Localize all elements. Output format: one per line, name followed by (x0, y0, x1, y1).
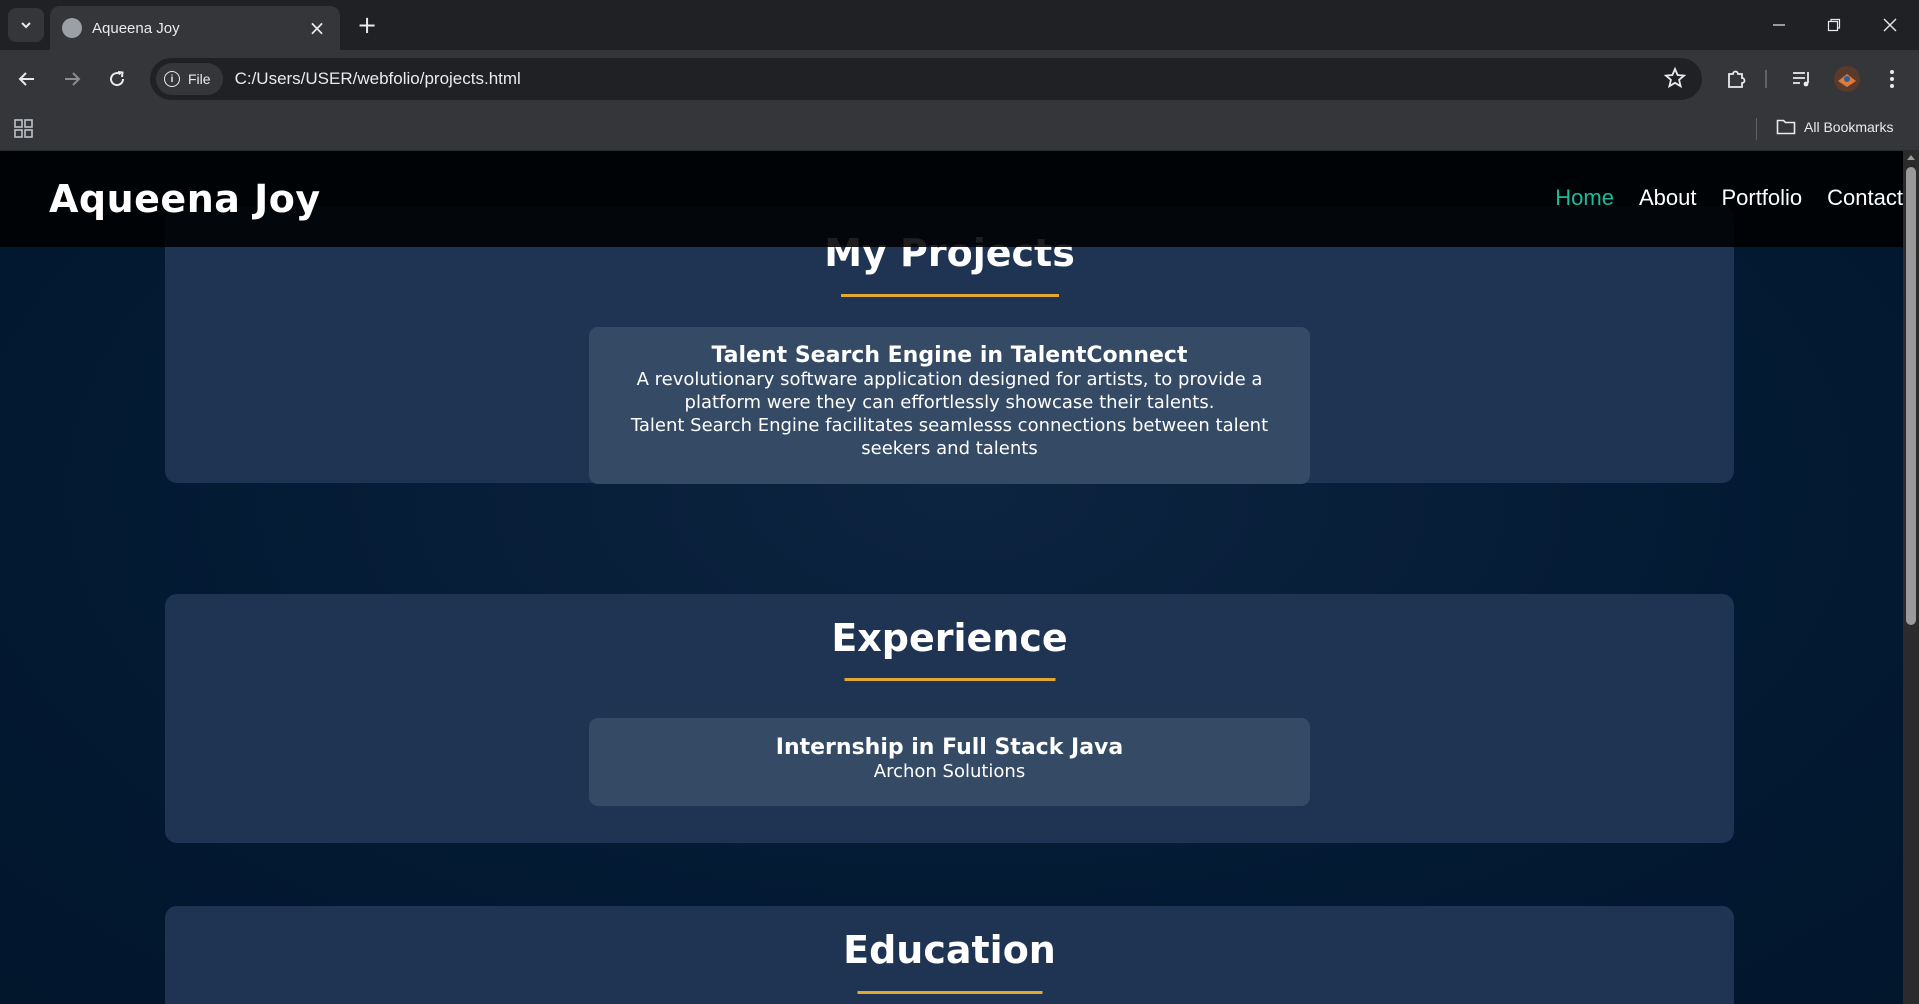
bookmarks-bar: All Bookmarks (0, 108, 1919, 151)
nav-home-link[interactable]: Home (1555, 185, 1614, 211)
tab-title: Aqueena Joy (92, 19, 180, 37)
reload-button[interactable] (99, 61, 135, 97)
nav-portfolio-link[interactable]: Portfolio (1721, 185, 1802, 211)
arrow-right-icon (65, 72, 81, 86)
url-text[interactable]: C:/Users/USER/webfolio/projects.html (235, 69, 521, 89)
close-icon (1883, 18, 1897, 32)
tab-strip: Aqueena Joy × + (0, 0, 1919, 50)
back-button[interactable] (9, 61, 45, 97)
site-menu: Home About Portfolio Contact (1530, 185, 1903, 211)
site-chip-label: File (188, 71, 211, 87)
address-bar[interactable]: i File C:/Users/USER/webfolio/projects.h… (150, 58, 1702, 100)
all-bookmarks-label: All Bookmarks (1804, 119, 1894, 135)
avatar-icon (1834, 66, 1860, 92)
project-description-line-4: seekers and talents (861, 438, 1038, 459)
globe-icon (62, 18, 82, 38)
project-description-line-1: A revolutionary software application des… (636, 369, 1263, 390)
site-brand[interactable]: Aqueena Joy (49, 177, 321, 221)
site-navbar: Aqueena Joy Home About Portfolio Contact (0, 151, 1903, 247)
minimize-icon (1773, 24, 1785, 26)
experience-heading-underline (844, 678, 1055, 681)
restore-icon (1827, 18, 1841, 32)
close-tab-icon[interactable]: × (306, 16, 328, 40)
apps-grid-icon[interactable] (14, 119, 34, 143)
arrow-left-icon (18, 72, 34, 86)
education-heading-underline (857, 991, 1042, 994)
project-description-line-2: platform were they can effortlessly show… (684, 392, 1215, 413)
puzzle-icon (1728, 70, 1746, 88)
site-info-chip[interactable]: i File (156, 63, 223, 95)
page-scrollbar[interactable] (1903, 151, 1919, 1004)
restore-button[interactable] (1805, 0, 1863, 50)
folder-icon (1776, 119, 1796, 135)
experience-title: Internship in Full Stack Java (775, 735, 1124, 760)
browser-toolbar: i File C:/Users/USER/webfolio/projects.h… (0, 50, 1919, 108)
scrollbar-thumb[interactable] (1906, 167, 1916, 625)
minimize-button[interactable] (1750, 0, 1808, 50)
bookmark-star-icon[interactable] (1663, 66, 1687, 93)
reload-icon (110, 71, 125, 87)
media-controls-button[interactable] (1786, 63, 1818, 95)
close-window-button[interactable] (1861, 0, 1919, 50)
new-tab-button[interactable]: + (352, 10, 382, 40)
projects-section: My Projects Talent Search Engine in Tale… (165, 206, 1734, 484)
scroll-up-arrow-icon[interactable] (1907, 155, 1915, 160)
profile-avatar[interactable] (1831, 63, 1863, 95)
nav-about-link[interactable]: About (1639, 185, 1697, 211)
page-viewport: My Projects Talent Search Engine in Tale… (0, 151, 1919, 1004)
more-vertical-icon (1890, 70, 1894, 88)
bookmarks-divider (1756, 118, 1757, 140)
experience-company: Archon Solutions (873, 761, 1026, 782)
experience-card: Internship in Full Stack Java Archon Sol… (589, 718, 1310, 806)
menu-button[interactable] (1876, 63, 1908, 95)
projects-heading-underline (840, 294, 1059, 297)
browser-tab[interactable]: Aqueena Joy × (50, 6, 340, 50)
playlist-icon (1793, 72, 1809, 87)
tab-search-button[interactable] (8, 8, 44, 42)
info-icon: i (164, 71, 180, 87)
chevron-down-icon (21, 22, 31, 29)
experience-section: Experience Internship in Full Stack Java… (165, 594, 1734, 843)
nav-contact-link[interactable]: Contact (1827, 185, 1903, 211)
project-card: Talent Search Engine in TalentConnect A … (589, 327, 1310, 484)
education-heading: Education (843, 928, 1056, 972)
project-description-line-3: Talent Search Engine facilitates seamles… (630, 415, 1269, 436)
experience-heading: Experience (831, 616, 1068, 660)
extensions-button[interactable] (1720, 63, 1752, 95)
toolbar-divider (1765, 70, 1767, 88)
project-title: Talent Search Engine in TalentConnect (711, 343, 1188, 368)
forward-button[interactable] (54, 61, 90, 97)
all-bookmarks-button[interactable]: All Bookmarks (1776, 118, 1893, 136)
education-section: Education (165, 906, 1734, 1004)
